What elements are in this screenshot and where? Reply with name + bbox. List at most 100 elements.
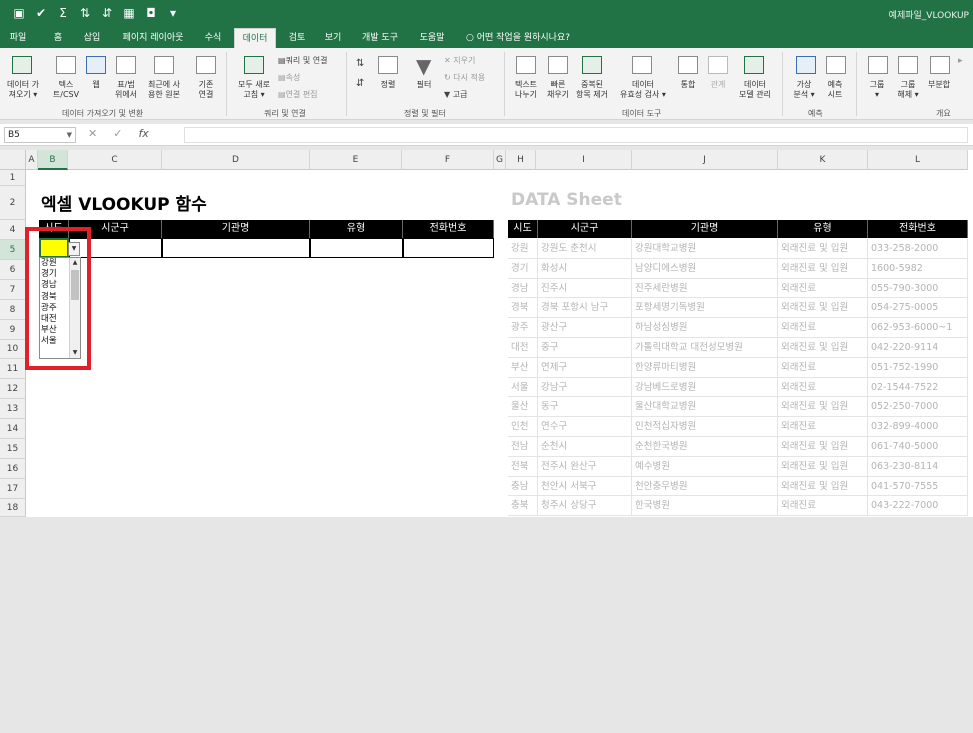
sort-desc-icon[interactable]: ⇵ [100, 6, 114, 20]
column-header[interactable]: L [868, 150, 968, 170]
row-header[interactable]: 14 [0, 419, 26, 439]
column-header[interactable]: D [162, 150, 310, 170]
data-table-cell[interactable]: 외래진료 [778, 496, 868, 517]
properties-button[interactable]: ▤속성 [278, 72, 300, 83]
pivot-icon[interactable]: ▦ [122, 6, 136, 20]
data-table-cell[interactable]: 강원대학교병원 [632, 239, 778, 259]
tab-review[interactable]: 검토 [282, 28, 312, 48]
data-table-cell[interactable]: 외래진료 및 입원 [778, 397, 868, 418]
insert-function-icon[interactable]: fx [138, 127, 148, 140]
data-table-cell[interactable]: 화성시 [538, 258, 632, 279]
data-table-cell[interactable]: 충남 [508, 476, 538, 497]
column-header[interactable]: I [536, 150, 632, 170]
data-table-cell[interactable]: 포항세명기독병원 [632, 298, 778, 319]
data-table-cell[interactable]: 외래진료 및 입원 [778, 456, 868, 477]
recent-sources-button[interactable]: 최근에 사 용한 원본 [142, 80, 186, 100]
row-header[interactable]: 12 [0, 379, 26, 399]
sort-az-icon[interactable]: ⇅ [356, 58, 364, 69]
data-table-cell[interactable]: 061-740-5000 [868, 437, 968, 457]
row-header[interactable]: 5 [0, 240, 26, 260]
text-to-columns-button[interactable]: 텍스트 나누기 [510, 80, 542, 100]
camera-icon[interactable]: ◘ [144, 6, 158, 20]
data-table-cell[interactable]: 051-752-1990 [868, 357, 968, 378]
row-header[interactable]: 2 [0, 186, 26, 220]
tab-data[interactable]: 데이터 [234, 28, 276, 48]
data-table-cell[interactable]: 외래진료 및 입원 [778, 476, 868, 497]
data-table-cell[interactable]: 대전 [508, 338, 538, 358]
data-table-cell[interactable]: 외래진료 [778, 318, 868, 338]
data-table-cell[interactable]: 순천시 [538, 437, 632, 457]
data-table-cell[interactable]: 외래진료 및 입원 [778, 338, 868, 358]
data-table-cell[interactable]: 054-275-0005 [868, 298, 968, 319]
data-table-cell[interactable]: 진주세란병원 [632, 278, 778, 299]
column-header[interactable]: E [310, 150, 402, 170]
tell-me-box[interactable]: ○ 어떤 작업을 원하시나요? [466, 28, 570, 48]
text-csv-button[interactable]: 텍스 트/CSV [50, 80, 82, 100]
data-table-cell[interactable]: 광산구 [538, 318, 632, 338]
data-table-cell[interactable]: 강원 [508, 239, 538, 259]
data-table-cell[interactable]: 경북 포항시 남구 [538, 298, 632, 319]
edit-links-button[interactable]: ▤연결 편집 [278, 89, 318, 100]
data-table-cell[interactable]: 경기 [508, 258, 538, 279]
tab-developer[interactable]: 개발 도구 [354, 28, 406, 48]
column-header[interactable]: K [778, 150, 868, 170]
data-table-cell[interactable]: 청주시 상당구 [538, 496, 632, 517]
data-table-cell[interactable]: 순천한국병원 [632, 437, 778, 457]
name-box-dropdown-icon[interactable]: ▼ [67, 128, 72, 142]
row-header[interactable]: 6 [0, 260, 26, 280]
column-header[interactable]: H [506, 150, 536, 170]
data-table-cell[interactable]: 충북 [508, 496, 538, 517]
customize-qat-icon[interactable]: ▾ [166, 6, 180, 20]
name-box[interactable]: B5 ▼ [4, 127, 76, 143]
data-table-cell[interactable]: 울산대학교병원 [632, 397, 778, 418]
tab-page-layout[interactable]: 페이지 레이아웃 [114, 28, 192, 48]
sort-button[interactable]: 정렬 [374, 80, 402, 90]
row-header[interactable]: 8 [0, 300, 26, 320]
row-header[interactable]: 10 [0, 340, 26, 359]
data-table-cell[interactable]: 052-250-7000 [868, 397, 968, 418]
manage-data-model-button[interactable]: 데이터 모델 관리 [734, 80, 776, 100]
data-table-cell[interactable]: 062-953-6000~1 [868, 318, 968, 338]
data-table-cell[interactable]: 043-222-7000 [868, 496, 968, 517]
row-header[interactable]: 17 [0, 479, 26, 499]
data-table-cell[interactable]: 외래진료 [778, 357, 868, 378]
column-header[interactable]: J [632, 150, 778, 170]
lookup-result-cell[interactable] [310, 238, 403, 258]
select-all-corner[interactable] [0, 150, 26, 170]
data-table-cell[interactable]: 광주 [508, 318, 538, 338]
queries-connections-button[interactable]: ▤쿼리 및 연결 [278, 55, 327, 66]
group-button[interactable]: 그룹 ▾ [862, 80, 892, 100]
from-table-button[interactable]: 표/범 위에서 [110, 80, 142, 100]
tab-formulas[interactable]: 수식 [198, 28, 228, 48]
data-table-cell[interactable]: 하남성심병원 [632, 318, 778, 338]
data-table-cell[interactable]: 전남 [508, 437, 538, 457]
row-header[interactable]: 11 [0, 359, 26, 379]
reapply-button[interactable]: ↻ 다시 적용 [444, 72, 485, 83]
data-table-cell[interactable]: 032-899-4000 [868, 417, 968, 437]
checkmark-icon[interactable]: ✔ [34, 6, 48, 20]
worksheet-grid[interactable]: ABCDEFGHIJKL 1 2 4 5 6 7 8 9 10 11 12 13 14 15 16 17 18 … [0, 150, 973, 517]
row-header[interactable]: 7 [0, 280, 26, 300]
autosum-icon[interactable]: Σ [56, 6, 70, 20]
ungroup-button[interactable]: 그룹 해제 ▾ [892, 80, 924, 100]
data-table-cell[interactable]: 강원도 춘천시 [538, 239, 632, 259]
data-table-cell[interactable]: 진주시 [538, 278, 632, 299]
formula-input[interactable] [184, 127, 968, 143]
data-table-cell[interactable]: 외래진료 [778, 417, 868, 437]
data-table-cell[interactable]: 1600-5982 [868, 258, 968, 279]
data-table-cell[interactable]: 033-258-2000 [868, 239, 968, 259]
get-data-button[interactable]: 데이터 가 져오기 ▾ [6, 80, 40, 100]
data-table-cell[interactable]: 가톨릭대학교 대전성모병원 [632, 338, 778, 358]
data-table-cell[interactable]: 중구 [538, 338, 632, 358]
row-header[interactable]: 15 [0, 439, 26, 459]
relationships-button[interactable]: 관계 [704, 80, 732, 90]
data-table-cell[interactable]: 천안시 서북구 [538, 476, 632, 497]
data-table-cell[interactable]: 울산 [508, 397, 538, 418]
refresh-all-button[interactable]: 모두 새로 고침 ▾ [232, 80, 276, 100]
tab-file[interactable]: 파일 [6, 28, 30, 48]
show-detail-icon[interactable]: ▸ [958, 56, 963, 66]
existing-connections-button[interactable]: 기존 연결 [192, 80, 220, 100]
data-table-cell[interactable]: 전주시 완산구 [538, 456, 632, 477]
remove-duplicates-button[interactable]: 중복된 항목 제거 [570, 80, 614, 100]
row-header[interactable]: 16 [0, 459, 26, 479]
